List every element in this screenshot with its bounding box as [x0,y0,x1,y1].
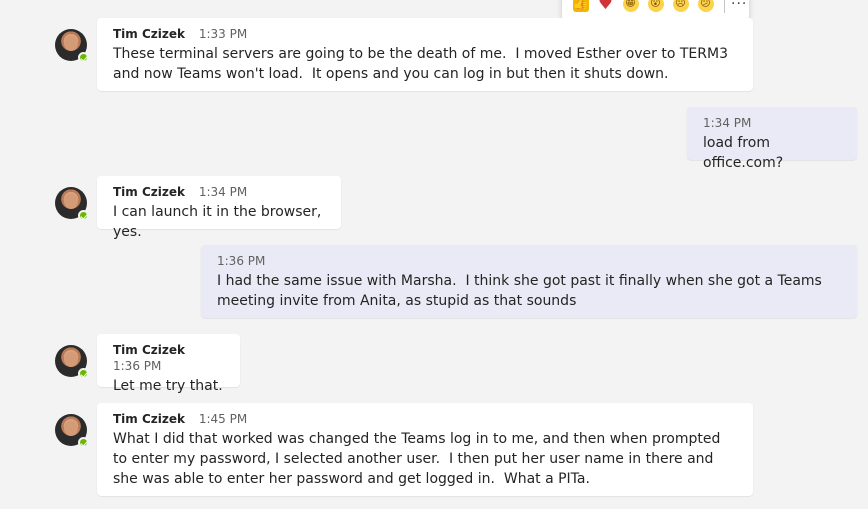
message-time: 1:36 PM [217,254,266,268]
message-time: 1:34 PM [198,185,248,199]
avatar-face [64,421,78,436]
avatar-face [64,36,78,51]
message-meta: 1:36 PM [217,253,841,269]
message-bubble[interactable]: Tim Czizek 1:36 PM Let me try that. [97,334,240,394]
avatar[interactable] [55,187,89,221]
sender-name[interactable]: Tim Czizek [113,27,185,41]
message-text: load from office.com? [703,135,784,171]
available-status-icon [78,437,89,448]
message-meta: Tim Czizek 1:36 PM [113,342,224,374]
message-meta: 1:34 PM [703,115,841,131]
message-bubble[interactable]: Tim Czizek 1:33 PM These terminal server… [97,18,753,91]
reaction-divider [724,0,725,13]
message-text: Let me try that. [113,378,223,394]
reaction-bar: 👍 ♥ 😁 😮 ☹ 😕 ··· [562,0,749,20]
available-status-icon [78,52,89,63]
avatar[interactable] [55,414,89,448]
like-reaction-icon[interactable]: 👍 [572,0,589,12]
message-meta: Tim Czizek 1:33 PM [113,26,737,42]
sad-reaction-icon[interactable]: ☹ [672,0,689,12]
avatar[interactable] [55,345,89,379]
message-text: These terminal servers are going to be t… [113,46,733,82]
available-status-icon [78,210,89,221]
avatar-face [64,352,78,367]
message-text: I can launch it in the browser, yes. [113,204,326,240]
message-meta: Tim Czizek 1:45 PM [113,411,737,427]
angry-reaction-icon[interactable]: 😕 [697,0,714,12]
message-bubble[interactable]: Tim Czizek 1:45 PM What I did that worke… [97,403,753,496]
message-time: 1:33 PM [198,27,248,41]
avatar[interactable] [55,29,89,63]
message-meta: Tim Czizek 1:34 PM [113,184,325,200]
heart-reaction-icon[interactable]: ♥ [598,0,614,13]
message-bubble[interactable]: Tim Czizek 1:34 PM I can launch it in th… [97,176,341,240]
my-message-bubble[interactable]: 1:34 PM load from office.com? [687,107,857,171]
sender-name[interactable]: Tim Czizek [113,185,185,199]
surprised-reaction-icon[interactable]: 😮 [647,0,664,12]
message-text: I had the same issue with Marsha. I thin… [217,273,827,309]
laugh-reaction-icon[interactable]: 😁 [622,0,639,12]
message-time: 1:36 PM [113,359,162,373]
more-options-icon[interactable]: ··· [731,0,747,12]
avatar-face [64,194,78,209]
sender-name[interactable]: Tim Czizek [113,343,185,357]
my-message-bubble[interactable]: 1:36 PM I had the same issue with Marsha… [201,245,857,318]
message-time: 1:34 PM [703,116,752,130]
sender-name[interactable]: Tim Czizek [113,412,185,426]
message-text: What I did that worked was changed the T… [113,431,725,487]
message-time: 1:45 PM [198,412,248,426]
available-status-icon [78,368,89,379]
